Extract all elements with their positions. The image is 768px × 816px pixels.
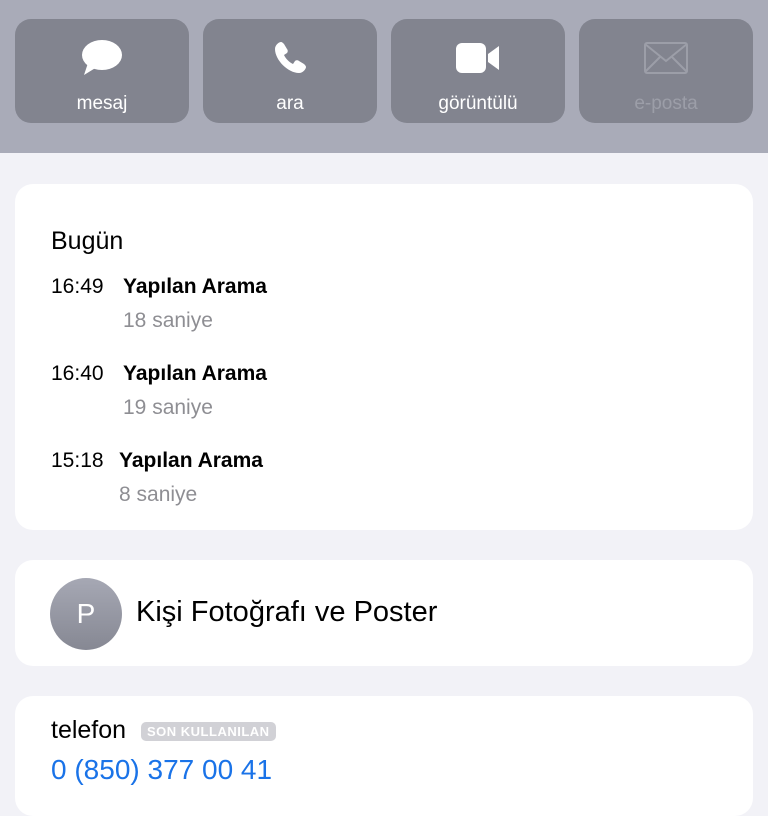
recent-calls-card: Bugün 16:49 Yapılan Arama 18 saniye 16:4…	[15, 184, 753, 530]
call-time: 16:40	[51, 362, 104, 385]
contact-photo-poster-label: Kişi Fotoğrafı ve Poster	[136, 596, 438, 628]
call-duration: 8 saniye	[119, 483, 198, 506]
contact-header: mesaj ara görüntülü e-posta	[0, 0, 768, 153]
call-type: Yapılan Arama	[123, 362, 267, 385]
message-button-label: mesaj	[76, 93, 128, 114]
video-camera-icon	[456, 39, 500, 77]
message-button[interactable]: mesaj	[15, 19, 189, 123]
call-type: Yapılan Arama	[119, 449, 263, 472]
call-button-label: ara	[276, 93, 304, 114]
phone-card: telefon SON KULLANILAN 0 (850) 377 00 41	[15, 696, 753, 816]
call-duration: 18 saniye	[123, 309, 213, 332]
email-button-label: e-posta	[634, 93, 698, 114]
phone-number-link[interactable]: 0 (850) 377 00 41	[51, 754, 272, 786]
recents-day-heading: Bugün	[51, 227, 124, 255]
call-duration: 19 saniye	[123, 396, 213, 419]
email-button[interactable]: e-posta	[579, 19, 753, 123]
phone-icon	[272, 39, 308, 77]
call-time: 15:18	[51, 449, 104, 472]
video-button-label: görüntülü	[438, 93, 518, 114]
recently-used-badge: SON KULLANILAN	[141, 722, 276, 741]
phone-label: telefon	[51, 716, 127, 744]
video-button[interactable]: görüntülü	[391, 19, 565, 123]
message-bubble-icon	[81, 39, 123, 77]
call-time: 16:49	[51, 275, 104, 298]
call-button[interactable]: ara	[203, 19, 377, 123]
envelope-icon	[644, 39, 688, 77]
call-type: Yapılan Arama	[123, 275, 267, 298]
avatar: P	[50, 578, 122, 650]
contact-photo-poster-row[interactable]: P Kişi Fotoğrafı ve Poster	[15, 560, 753, 666]
